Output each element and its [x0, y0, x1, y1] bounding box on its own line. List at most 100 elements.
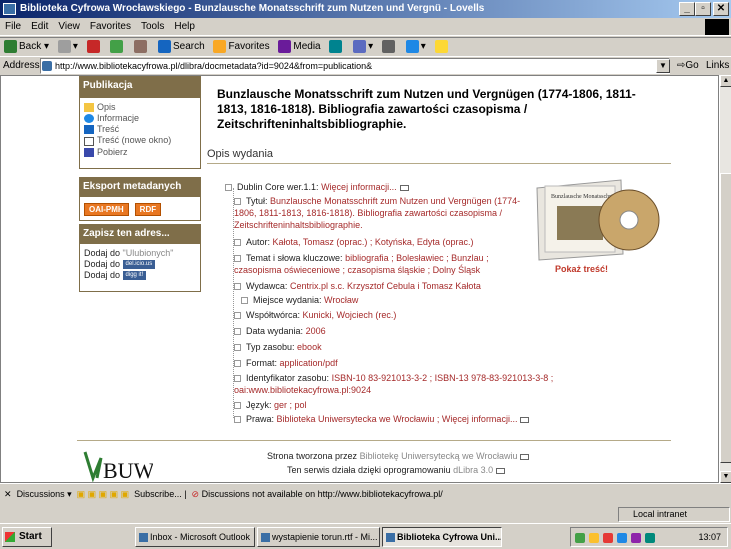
task-outlook[interactable]: Inbox - Microsoft Outlook [135, 527, 255, 547]
meta-format-row: Format: application/pdf [234, 357, 338, 369]
discussions-bar: ✕ Discussions ▾ ▣ ▣ ▣ ▣ ▣ Subscribe... |… [0, 483, 731, 505]
meta-rights-row: Prawa: Biblioteka Uniwersytecka we Wrocł… [234, 413, 530, 425]
stop-button[interactable] [86, 40, 102, 53]
tree-node-icon [241, 297, 248, 305]
mail-icon [353, 40, 367, 53]
meta-author-value[interactable]: Kałota, Tomasz (oprac.) ; Kotyńska, Edyt… [273, 237, 474, 247]
add-to-favorites-link[interactable]: Dodaj do "Ulubionych" [84, 248, 196, 258]
svg-text:BUW: BUW [103, 458, 153, 482]
meta-format-value[interactable]: application/pdf [280, 358, 338, 368]
history-button[interactable] [329, 40, 344, 53]
scroll-down-button[interactable]: ▼ [720, 471, 731, 483]
meta-type-row: Typ zasobu: ebook [234, 341, 322, 353]
meta-rights-value[interactable]: Biblioteka Uniwersytecka we Wrocławiu ; … [277, 414, 518, 424]
rdf-button[interactable]: RDF [134, 203, 162, 216]
tree-node-icon [234, 328, 241, 336]
save-address-panel: Zapisz ten adres... Dodaj do "Ulubionych… [79, 224, 201, 292]
subscribe-button[interactable]: Subscribe... [134, 489, 182, 499]
new-window-icon [520, 416, 530, 423]
page-title: Bunzlausche Monatsschrift zum Nutzen und… [217, 87, 636, 131]
maximize-button[interactable]: ▫ [695, 2, 711, 16]
menu-view[interactable]: View [53, 18, 85, 35]
meta-title-value[interactable]: Bunzlausche Monatsschrift zum Nutzen und… [234, 196, 520, 230]
meta-publisher-value[interactable]: Centrix.pl s.c. Krzysztof Cebula i Tomas… [290, 281, 481, 291]
page-icon [42, 61, 52, 71]
page-content: Publikacja Opis Informacje Treść Treść (… [0, 75, 719, 483]
status-bar: Local intranet [0, 506, 731, 523]
toolbar: Back ▾ ▾ Search Favorites Media ▾ ▾ [0, 37, 731, 57]
new-window-icon [496, 467, 506, 474]
meta-language-row: Język: ger ; pol [234, 399, 307, 411]
add-to-delicious-link[interactable]: Dodaj do del.icio.us [84, 259, 196, 270]
meta-subject-value-2[interactable]: czasopisma oświeceniowe ; czasopisma ślą… [234, 265, 480, 275]
add-to-digg-link[interactable]: Dodaj do digg it! [84, 270, 196, 281]
discussion-tools-icons[interactable]: ▣ ▣ ▣ ▣ ▣ [77, 489, 130, 499]
menu-file[interactable]: File [0, 18, 26, 35]
publication-panel-title: Publikacja [79, 76, 201, 98]
meta-language-value[interactable]: ger ; pol [274, 400, 307, 410]
close-button[interactable]: ✕ [713, 2, 729, 16]
dlibra-link[interactable]: dLibra 3.0 [453, 465, 493, 475]
address-input[interactable]: http://www.bibliotekacyfrowa.pl/dlibra/d… [40, 58, 670, 74]
tray-antivirus-icon[interactable] [603, 533, 613, 543]
favorites-button[interactable]: Favorites [213, 40, 270, 53]
menu-edit[interactable]: Edit [26, 18, 53, 35]
tree-node-icon [234, 198, 241, 206]
link-opis[interactable]: Opis [84, 102, 196, 113]
mail-button[interactable]: ▾ [353, 40, 373, 53]
meta-identifier-value-1[interactable]: ISBN-10 83-921013-3-2 ; ISBN-13 978-83-9… [332, 373, 554, 383]
search-button[interactable]: Search [157, 40, 205, 53]
menu-tools[interactable]: Tools [136, 18, 169, 35]
window-title: Biblioteka Cyfrowa Wrocławskiego - Bunzl… [20, 3, 485, 14]
address-dropdown-button[interactable]: ▼ [656, 59, 670, 73]
show-content-link[interactable]: Pokaż treść! [555, 264, 608, 274]
task-browser[interactable]: Biblioteka Cyfrowa Uni... [382, 527, 502, 547]
tray-messenger-icon[interactable] [589, 533, 599, 543]
print-button[interactable] [381, 40, 397, 53]
discussions-close-icon[interactable]: ✕ [4, 489, 12, 499]
window-title-bar: Biblioteka Cyfrowa Wrocławskiego - Bunzl… [0, 0, 731, 18]
no-discussions-icon: ⊘ [191, 489, 200, 499]
meta-identifier-value-2[interactable]: oai:www.bibliotekacyfrowa.pl:9024 [234, 385, 371, 395]
link-tresc[interactable]: Treść [84, 124, 196, 135]
edit-button[interactable]: ▾ [405, 40, 426, 53]
link-tresc-new-window[interactable]: Treść (nowe okno) [84, 135, 196, 146]
tray-sync-icon[interactable] [645, 533, 655, 543]
outlook-icon [139, 533, 148, 542]
back-button[interactable]: Back ▾ [4, 40, 49, 53]
links-button[interactable]: Links [706, 60, 729, 71]
oai-pmh-button[interactable]: OAI-PMH [84, 203, 129, 216]
home-button[interactable] [134, 40, 149, 53]
forward-button[interactable]: ▾ [57, 40, 78, 53]
refresh-button[interactable] [110, 40, 125, 53]
dublin-core-more-link[interactable]: Więcej informacji... [321, 182, 397, 192]
menu-favorites[interactable]: Favorites [85, 18, 136, 35]
tray-app-icon[interactable] [631, 533, 641, 543]
meta-place-value[interactable]: Wrocław [324, 295, 358, 305]
meta-subject-value-1[interactable]: bibliografia ; Bolesławiec ; Bunzlau ; [345, 253, 489, 263]
search-icon [157, 40, 171, 53]
vertical-scrollbar[interactable]: ▲ ▼ [719, 75, 731, 483]
go-button[interactable]: ⇨Go [677, 60, 699, 71]
export-panel-title: Eksport metadanych [79, 177, 201, 197]
scroll-thumb[interactable] [720, 173, 731, 463]
messenger-button[interactable] [434, 40, 450, 53]
discussions-button[interactable]: Discussions ▾ [17, 489, 72, 499]
minimize-button[interactable]: _ [679, 2, 695, 16]
meta-contributor-value[interactable]: Kunicki, Wojciech (rec.) [303, 310, 397, 320]
tray-volume-icon[interactable] [617, 533, 627, 543]
scroll-up-button[interactable]: ▲ [720, 75, 731, 87]
media-icon [278, 40, 292, 53]
tray-network-icon[interactable] [575, 533, 585, 543]
task-word[interactable]: wystapienie torun.rtf - Mi... [257, 527, 380, 547]
history-icon [329, 40, 343, 53]
meta-date-value[interactable]: 2006 [306, 326, 326, 336]
link-pobierz[interactable]: Pobierz [84, 147, 196, 157]
link-informacje[interactable]: Informacje [84, 113, 196, 124]
library-link[interactable]: Bibliotekę Uniwersytecką we Wrocławiu [360, 451, 518, 461]
footer-divider [77, 440, 671, 441]
cd-cover-image[interactable]: Bunzlausche Monatsschrift [531, 176, 661, 261]
meta-type-value[interactable]: ebook [297, 342, 322, 352]
menu-help[interactable]: Help [169, 18, 200, 35]
media-button[interactable]: Media [278, 40, 321, 53]
